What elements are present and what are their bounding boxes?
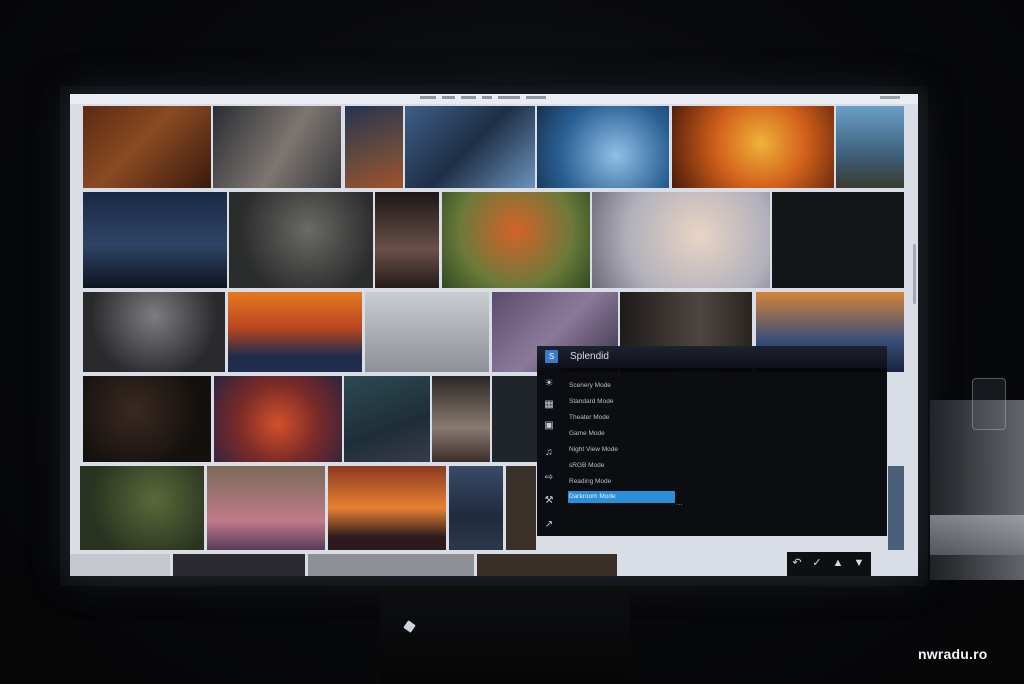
photo-tile[interactable] — [344, 376, 430, 462]
photo-tile[interactable] — [477, 554, 617, 576]
photo-tile[interactable] — [449, 466, 503, 550]
image-icon[interactable]: ▣ — [543, 420, 555, 432]
photo-tile[interactable] — [308, 554, 474, 576]
color-icon[interactable]: ▦ — [543, 399, 555, 411]
photo-tile[interactable] — [207, 466, 325, 550]
up-icon[interactable]: ▲ — [832, 557, 844, 569]
desk-object — [972, 378, 1006, 430]
bluelight-icon[interactable]: ☀ — [543, 378, 555, 390]
photo-tile[interactable] — [328, 466, 446, 550]
monitor-stand — [380, 586, 630, 684]
desk-shelf — [930, 515, 1024, 555]
page-scrollbar[interactable] — [913, 244, 916, 304]
photo-tile[interactable] — [83, 292, 225, 372]
osd-header: S Splendid — [537, 346, 887, 368]
down-icon[interactable]: ▼ — [853, 557, 865, 569]
photo-tile[interactable] — [375, 192, 439, 288]
photo-tile[interactable] — [506, 466, 536, 550]
photo-tile[interactable] — [365, 292, 489, 372]
splendid-icon: S — [545, 350, 558, 363]
website-nav — [420, 96, 546, 99]
osd-item-darkroom[interactable]: Darkroom Mode — [568, 491, 675, 503]
photo-tile[interactable] — [592, 192, 770, 288]
photo-tile[interactable] — [213, 106, 341, 188]
photo-tile[interactable] — [772, 192, 904, 288]
nav-item[interactable] — [482, 96, 492, 99]
photo-tile[interactable] — [836, 106, 904, 188]
photo-tile[interactable] — [442, 192, 590, 288]
nav-item[interactable] — [498, 96, 520, 99]
photo-tile[interactable] — [83, 376, 211, 462]
check-icon[interactable]: ✓ — [811, 557, 823, 569]
topbar-link[interactable] — [880, 96, 900, 99]
photo-tile[interactable] — [537, 106, 669, 188]
back-icon[interactable]: ↶ — [791, 557, 803, 569]
photo-tile[interactable] — [80, 466, 204, 550]
photo-tile[interactable] — [432, 376, 490, 462]
photo-tile[interactable] — [83, 192, 227, 288]
photo-tile[interactable] — [405, 106, 535, 188]
photo-tile[interactable] — [345, 106, 403, 188]
settings-icon[interactable]: ⚒ — [543, 495, 555, 507]
nav-item[interactable] — [526, 96, 546, 99]
photo-tile[interactable] — [214, 376, 342, 462]
photo-tile[interactable] — [70, 554, 170, 576]
input-icon[interactable]: ⇨ — [543, 472, 555, 484]
shortcut-icon[interactable]: ↗ — [543, 519, 555, 531]
website-topbar — [70, 94, 918, 104]
osd-item-reading[interactable]: Reading Mode — [568, 476, 611, 488]
osd-item-theater[interactable]: Theater Mode — [568, 412, 609, 424]
osd-item-srgb[interactable]: sRGB Mode — [568, 460, 604, 472]
osd-item-standard[interactable]: Standard Mode — [568, 396, 613, 408]
osd-menu: S Splendid ☀ ▦ ▣ ♫ ⇨ ⚒ ↗ Scenery Mode St… — [537, 346, 887, 536]
photo-tile[interactable] — [83, 106, 211, 188]
nav-item[interactable] — [420, 96, 436, 99]
photo-tile[interactable] — [229, 192, 373, 288]
photo-tile[interactable] — [492, 376, 538, 462]
osd-item-scenery[interactable]: Scenery Mode — [568, 380, 611, 392]
osd-title: Splendid — [570, 351, 609, 362]
osd-sidebar: ☀ ▦ ▣ ♫ ⇨ ⚒ ↗ — [537, 368, 561, 536]
photo-tile[interactable] — [888, 466, 904, 550]
osd-item-game[interactable]: Game Mode — [568, 428, 605, 440]
nav-item[interactable] — [461, 96, 476, 99]
photo-tile[interactable] — [672, 106, 834, 188]
nav-item[interactable] — [442, 96, 455, 99]
osd-controls: ↶ ✓ ▲ ▼ — [787, 552, 871, 576]
photo-tile[interactable] — [228, 292, 362, 372]
osd-ellipsis: ... — [676, 498, 683, 507]
photo-tile[interactable] — [173, 554, 305, 576]
osd-item-night-view[interactable]: Night View Mode — [568, 444, 618, 456]
sound-icon[interactable]: ♫ — [543, 447, 555, 459]
watermark: nwradu.ro — [918, 646, 988, 662]
